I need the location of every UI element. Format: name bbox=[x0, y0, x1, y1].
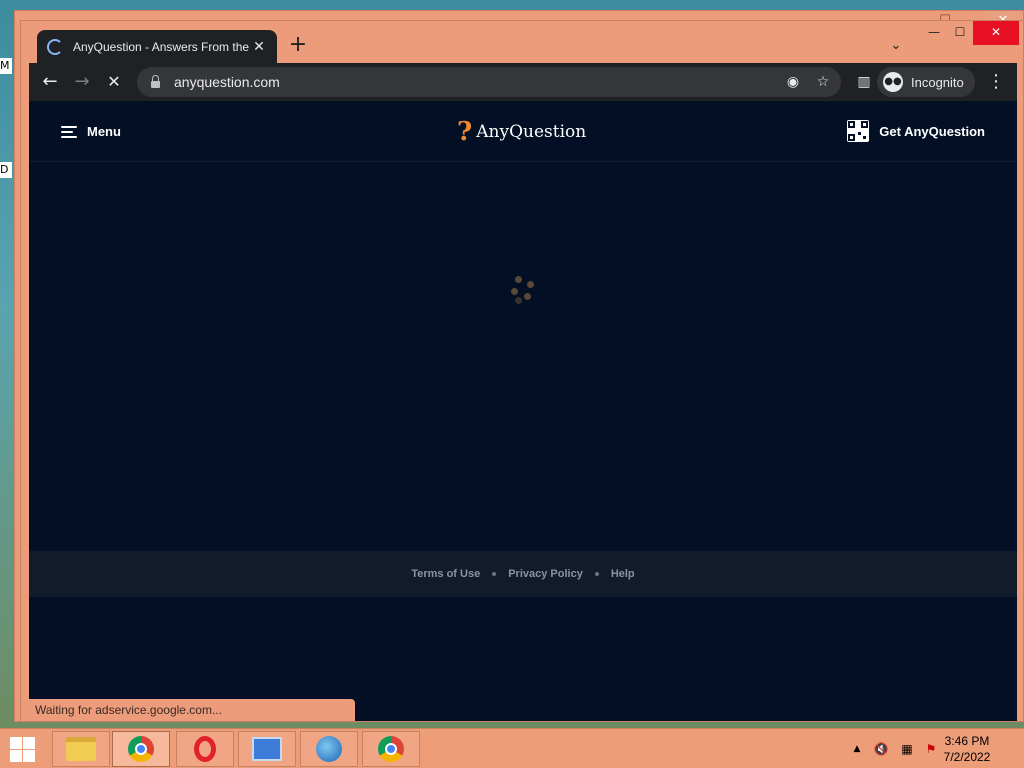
get-app-button[interactable]: Get AnyQuestion bbox=[847, 119, 985, 143]
close-window-button[interactable]: ✕ bbox=[973, 21, 1019, 45]
help-link[interactable]: Help bbox=[611, 568, 635, 580]
tab-close-button[interactable]: ✕ bbox=[251, 39, 267, 55]
bookmark-star-icon[interactable]: ☆ bbox=[809, 67, 837, 97]
maximize-button[interactable]: ☐ bbox=[947, 21, 973, 45]
network-icon[interactable]: ▦ bbox=[896, 729, 918, 768]
tab-anyquestion[interactable]: AnyQuestion - Answers From the ✕ bbox=[37, 30, 277, 63]
incognito-icon: ●● bbox=[883, 72, 903, 92]
taskbar-control-panel[interactable] bbox=[238, 731, 296, 767]
address-bar[interactable]: anyquestion.com ◉ ☆ bbox=[137, 67, 841, 97]
url-text[interactable]: anyquestion.com bbox=[174, 74, 280, 90]
incognito-label: Incognito bbox=[911, 74, 964, 90]
footer-separator bbox=[492, 572, 497, 576]
menu-button[interactable]: Menu bbox=[61, 121, 121, 141]
tab-strip: AnyQuestion - Answers From the ✕ + ⌄ — ☐… bbox=[21, 21, 1023, 63]
menu-label: Menu bbox=[87, 123, 121, 139]
qr-code-icon bbox=[847, 120, 870, 142]
loading-spinner-icon bbox=[47, 38, 63, 55]
show-hidden-icons-button[interactable]: ▲ bbox=[848, 729, 866, 768]
clock-date: 7/2/2022 bbox=[943, 750, 991, 764]
lock-icon[interactable] bbox=[151, 74, 160, 88]
start-button[interactable] bbox=[8, 735, 38, 763]
globe-clock-icon bbox=[316, 736, 342, 762]
taskbar-file-explorer[interactable] bbox=[52, 731, 110, 767]
new-tab-button[interactable]: + bbox=[287, 34, 309, 57]
privacy-policy-link[interactable]: Privacy Policy bbox=[508, 568, 583, 580]
taskbar-opera[interactable] bbox=[176, 731, 234, 767]
web-page: Menu ? AnyQuestion Get AnyQuestion Terms… bbox=[29, 101, 1017, 721]
get-app-label: Get AnyQuestion bbox=[879, 123, 985, 139]
system-clock[interactable]: 3:46 PM 7/2/2022 bbox=[932, 733, 1002, 765]
chrome-icon bbox=[378, 736, 404, 762]
hamburger-icon bbox=[61, 125, 77, 138]
volume-muted-icon[interactable]: 🔇 bbox=[870, 729, 892, 768]
control-panel-icon bbox=[252, 737, 282, 761]
folder-icon bbox=[66, 737, 96, 761]
incognito-indicator[interactable]: ●● Incognito bbox=[877, 67, 975, 97]
site-logo[interactable]: ? AnyQuestion bbox=[457, 118, 586, 146]
page-loading-spinner-icon bbox=[509, 276, 539, 306]
footer-separator bbox=[594, 572, 599, 576]
minimize-button[interactable]: — bbox=[921, 21, 947, 45]
taskbar-chrome-2[interactable] bbox=[362, 731, 420, 767]
side-panel-button[interactable]: ▥ bbox=[849, 67, 879, 97]
chrome-icon bbox=[128, 736, 154, 762]
opera-icon bbox=[194, 736, 216, 762]
desktop-icon-label: D bbox=[0, 162, 12, 178]
desktop-icon-label: M bbox=[0, 58, 12, 74]
taskbar-chrome[interactable] bbox=[112, 731, 170, 767]
browser-toolbar: ← → ✕ anyquestion.com ◉ ☆ ▥ ●● Incognito… bbox=[29, 63, 1017, 101]
tab-search-button[interactable]: ⌄ bbox=[885, 35, 907, 57]
clock-time: 3:46 PM bbox=[944, 734, 990, 748]
chrome-menu-button[interactable]: ⋮ bbox=[981, 67, 1011, 97]
browser-window: AnyQuestion - Answers From the ✕ + ⌄ — ☐… bbox=[20, 20, 1024, 722]
site-header: Menu ? AnyQuestion Get AnyQuestion bbox=[29, 101, 1017, 162]
site-footer: Terms of Use Privacy Policy Help bbox=[29, 551, 1017, 597]
tab-title: AnyQuestion - Answers From the bbox=[73, 39, 250, 54]
status-bubble: Waiting for adservice.google.com... bbox=[29, 699, 355, 721]
terms-of-use-link[interactable]: Terms of Use bbox=[411, 568, 480, 580]
question-mark-logo-icon: ? bbox=[457, 117, 473, 147]
third-party-cookies-blocked-icon[interactable]: ◉ bbox=[779, 67, 807, 97]
stop-loading-button[interactable]: ✕ bbox=[99, 67, 129, 97]
windows-taskbar: ▲ 🔇 ▦ ⚑ 3:46 PM 7/2/2022 bbox=[0, 728, 1024, 768]
forward-button[interactable]: → bbox=[67, 67, 97, 97]
logo-text: AnyQuestion bbox=[476, 122, 587, 142]
back-button[interactable]: ← bbox=[35, 67, 65, 97]
taskbar-clock-globe[interactable] bbox=[300, 731, 358, 767]
